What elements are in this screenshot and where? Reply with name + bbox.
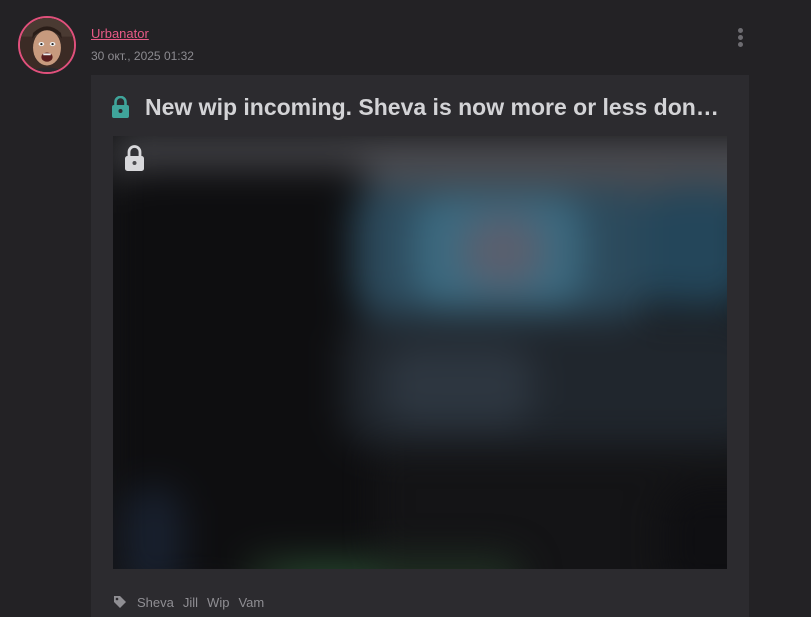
- tag-sheva[interactable]: Sheva: [137, 595, 174, 610]
- tag-wip[interactable]: Wip: [207, 595, 229, 610]
- preview-blurred-content: [113, 136, 727, 569]
- post-tags: Sheva Jill Wip Vam: [113, 594, 273, 610]
- post-title-row[interactable]: New wip incoming. Sheva is now more or l…: [111, 93, 731, 121]
- more-options-button[interactable]: [732, 27, 748, 51]
- post: Urbanator 30 окт., 2025 01:32 New wip in…: [0, 0, 811, 617]
- post-card: New wip incoming. Sheva is now more or l…: [91, 75, 749, 617]
- avatar-image: [20, 18, 74, 72]
- author-avatar[interactable]: [18, 16, 76, 74]
- post-timestamp: 30 окт., 2025 01:32: [91, 49, 194, 63]
- post-title[interactable]: New wip incoming. Sheva is now more or l…: [145, 94, 731, 121]
- lock-icon: [112, 96, 129, 118]
- lock-icon: [125, 145, 144, 171]
- author-link[interactable]: Urbanator: [91, 26, 149, 41]
- more-vertical-icon: [737, 28, 743, 33]
- tag-icon: [114, 596, 126, 608]
- post-preview-image[interactable]: [113, 136, 727, 569]
- tag-vam[interactable]: Vam: [238, 595, 264, 610]
- tag-jill[interactable]: Jill: [183, 595, 198, 610]
